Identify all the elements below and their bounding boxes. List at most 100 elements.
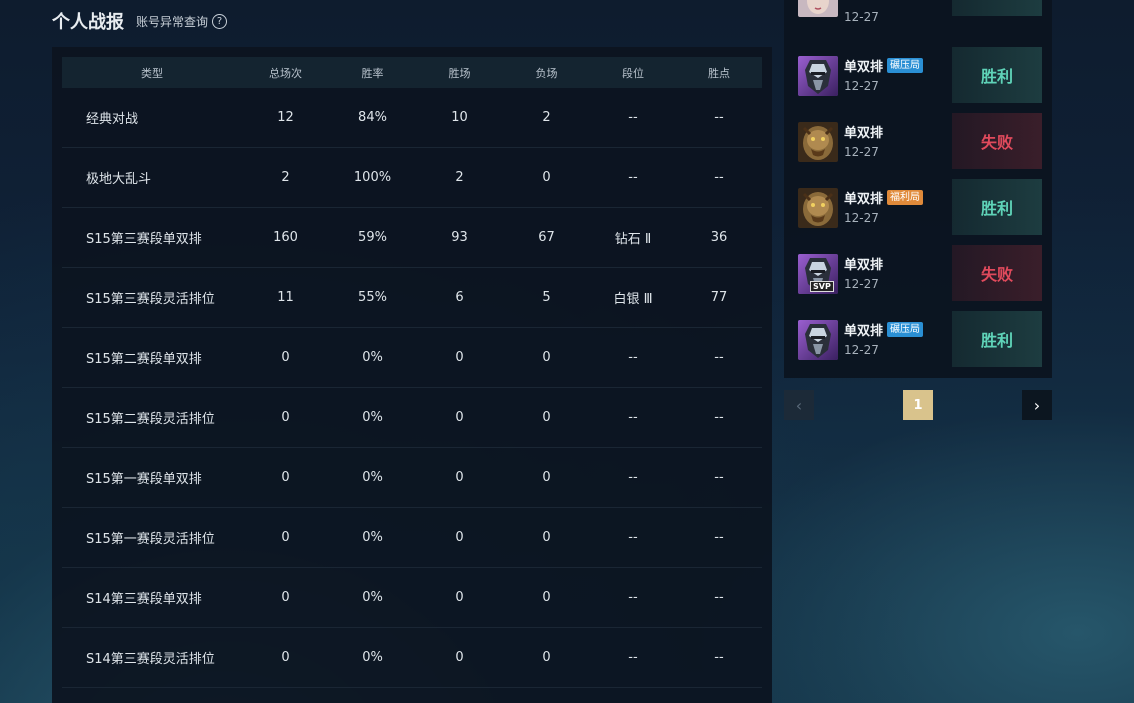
cell-losses: 67 xyxy=(538,230,555,245)
help-icon[interactable]: ? xyxy=(212,13,228,29)
match-tag-badge: 碾压局 xyxy=(887,322,924,337)
table-row: S15第三赛段单双排 160 59% 93 67 钻石 Ⅱ 36 xyxy=(62,208,762,268)
table-row: 极地大乱斗 2 100% 2 0 -- -- xyxy=(62,148,762,208)
column-header-losses: 负场 xyxy=(535,66,558,80)
cell-lp: -- xyxy=(714,530,724,545)
cell-type: S14第三赛段单双排 xyxy=(86,592,202,607)
cell-type: S15第一赛段单双排 xyxy=(86,472,202,487)
match-item[interactable]: 大乱斗12-27胜利 xyxy=(784,0,1052,38)
result-win-label: 胜利 xyxy=(952,0,1042,16)
svp-badge: SVP xyxy=(810,281,834,292)
cell-wins: 2 xyxy=(455,170,464,185)
match-item[interactable]: 单双排 12-27 失败 xyxy=(784,113,1052,173)
cell-rank: -- xyxy=(628,410,638,425)
match-mode: 单双排 福利局 xyxy=(844,188,924,207)
page-number-current[interactable]: 1 xyxy=(903,390,933,420)
column-header-wins: 胜场 xyxy=(448,66,471,80)
cell-lp: 77 xyxy=(710,290,728,305)
match-mode-label: 单双排 xyxy=(844,324,884,339)
cell-total: 0 xyxy=(281,350,290,365)
champion-avatar-icon xyxy=(798,122,838,162)
cell-losses: 0 xyxy=(542,530,551,545)
cell-wins: 0 xyxy=(455,530,464,545)
table-row: S15第二赛段单双排 0 0% 0 0 -- -- xyxy=(62,328,762,388)
match-tag-badge: 福利局 xyxy=(887,190,924,205)
cell-win-rate: 0% xyxy=(362,530,383,545)
cell-total: 0 xyxy=(281,590,290,605)
column-header-rank: 段位 xyxy=(622,66,644,80)
cell-rank: -- xyxy=(628,170,638,185)
cell-total: 0 xyxy=(281,530,290,545)
cell-win-rate: 0% xyxy=(362,650,383,665)
champion-avatar-icon xyxy=(798,0,838,17)
cell-wins: 6 xyxy=(455,290,464,305)
cell-wins: 0 xyxy=(455,590,464,605)
match-mode-label: 单双排 xyxy=(844,192,884,207)
match-date: 12-27 xyxy=(844,211,879,225)
match-mode: 单双排 碾压局 xyxy=(844,56,924,75)
cell-type: S15第三赛段灵活排位 xyxy=(86,292,215,307)
cell-losses: 5 xyxy=(542,290,551,305)
table-row: S15第二赛段灵活排位 0 0% 0 0 -- -- xyxy=(62,388,762,448)
cell-rank: -- xyxy=(628,590,638,605)
cell-rank: -- xyxy=(628,650,638,665)
column-header-type: 类型 xyxy=(141,66,163,80)
result-lose-label: 失败 xyxy=(952,113,1042,169)
cell-win-rate: 0% xyxy=(362,590,383,605)
cell-rank: 白银 Ⅲ xyxy=(613,292,653,307)
match-item[interactable]: 单双排 碾压局 12-27 胜利 xyxy=(784,311,1052,371)
cell-losses: 0 xyxy=(542,590,551,605)
column-header-total: 总场次 xyxy=(269,66,302,80)
previous-page-button[interactable]: ‹ xyxy=(784,390,814,420)
cell-lp: -- xyxy=(714,410,724,425)
cell-lp: -- xyxy=(714,650,724,665)
match-item[interactable]: 单双排 碾压局 12-27 胜利 xyxy=(784,47,1052,107)
cell-win-rate: 59% xyxy=(358,230,387,245)
cell-total: 160 xyxy=(273,230,298,245)
cell-type: 经典对战 xyxy=(86,112,139,127)
cell-wins: 0 xyxy=(455,650,464,665)
match-date: 12-27 xyxy=(844,145,879,159)
champion-avatar-icon xyxy=(798,188,838,228)
cell-type: S15第二赛段单双排 xyxy=(86,352,202,367)
cell-type: S14第三赛段灵活排位 xyxy=(86,652,215,667)
cell-rank: -- xyxy=(628,110,638,125)
match-item[interactable]: SVP 单双排 12-27 失败 xyxy=(784,245,1052,305)
match-mode: 单双排 碾压局 xyxy=(844,320,924,339)
stats-table: 类型 总场次 胜率 胜场 负场 段位 胜点 经典对战 12 84% 10 2 -- -- 极地… xyxy=(62,57,762,688)
cell-win-rate: 0% xyxy=(362,350,383,365)
result-win-label: 胜利 xyxy=(952,47,1042,103)
cell-losses: 0 xyxy=(542,650,551,665)
cell-lp: -- xyxy=(714,110,724,125)
cell-wins: 0 xyxy=(455,350,464,365)
cell-win-rate: 100% xyxy=(353,170,392,185)
result-lose-label: 失败 xyxy=(952,245,1042,301)
match-mode-label: 单双排 xyxy=(844,60,884,75)
next-page-button[interactable]: › xyxy=(1022,390,1052,420)
cell-win-rate: 84% xyxy=(358,110,387,125)
result-win-label: 胜利 xyxy=(952,179,1042,235)
cell-losses: 0 xyxy=(542,410,551,425)
cell-losses: 2 xyxy=(542,110,551,125)
account-check-link[interactable]: 账号异常查询 ? xyxy=(136,13,228,30)
page-header: 个人战报 账号异常查询 ? xyxy=(52,8,228,34)
cell-total: 0 xyxy=(281,470,290,485)
match-date: 12-27 xyxy=(844,277,879,291)
cell-lp: -- xyxy=(714,590,724,605)
table-row: S14第三赛段单双排 0 0% 0 0 -- -- xyxy=(62,568,762,628)
match-item[interactable]: 单双排 福利局 12-27 胜利 xyxy=(784,179,1052,239)
table-row: S14第三赛段灵活排位 0 0% 0 0 -- -- xyxy=(62,628,762,688)
match-mode: 单双排 xyxy=(844,122,883,141)
match-date: 12-27 xyxy=(844,79,879,93)
cell-losses: 0 xyxy=(542,470,551,485)
champion-avatar-icon xyxy=(798,56,838,96)
cell-total: 11 xyxy=(277,290,294,305)
cell-win-rate: 0% xyxy=(362,470,383,485)
cell-total: 2 xyxy=(281,170,290,185)
cell-wins: 0 xyxy=(455,410,464,425)
cell-wins: 93 xyxy=(451,230,468,245)
cell-total: 12 xyxy=(277,110,294,125)
table-row: S15第三赛段灵活排位 11 55% 6 5 白银 Ⅲ 77 xyxy=(62,268,762,328)
cell-type: S15第三赛段单双排 xyxy=(86,232,202,247)
pagination: ‹ 1 › xyxy=(784,390,1052,420)
